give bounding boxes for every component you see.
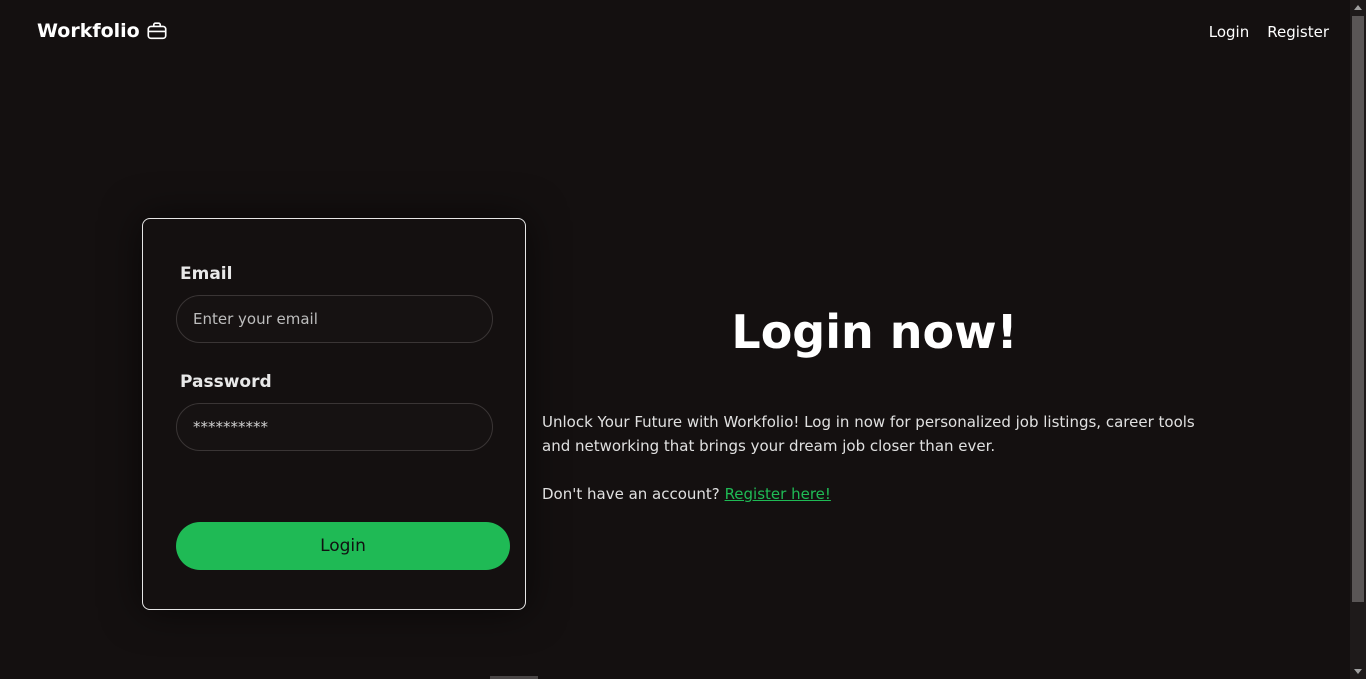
nav-links: Login Register <box>1209 23 1329 41</box>
page-title: Login now! <box>731 305 1018 359</box>
navbar: Workfolio Login Register <box>0 0 1350 66</box>
briefcase-icon <box>146 20 168 42</box>
nav-login-link[interactable]: Login <box>1209 23 1249 41</box>
scroll-down-arrow-icon[interactable] <box>1354 669 1362 674</box>
password-input[interactable] <box>176 403 493 451</box>
login-form-card: Email Password Login <box>142 218 526 610</box>
nav-register-link[interactable]: Register <box>1267 23 1329 41</box>
password-label: Password <box>180 372 272 392</box>
login-button[interactable]: Login <box>176 522 510 570</box>
register-link[interactable]: Register here! <box>725 485 831 503</box>
email-input[interactable] <box>176 295 493 343</box>
scrollbar-thumb[interactable] <box>1352 16 1364 602</box>
scroll-up-arrow-icon[interactable] <box>1354 5 1362 10</box>
hero-description: Unlock Your Future with Workfolio! Log i… <box>542 413 1195 455</box>
signup-prompt-line: Don't have an account? Register here! <box>542 482 831 506</box>
email-label: Email <box>180 264 233 284</box>
signup-prompt: Don't have an account? <box>542 485 720 503</box>
brand-link[interactable]: Workfolio <box>37 20 168 42</box>
brand-name: Workfolio <box>37 20 140 42</box>
scrollbar[interactable] <box>1350 0 1366 679</box>
